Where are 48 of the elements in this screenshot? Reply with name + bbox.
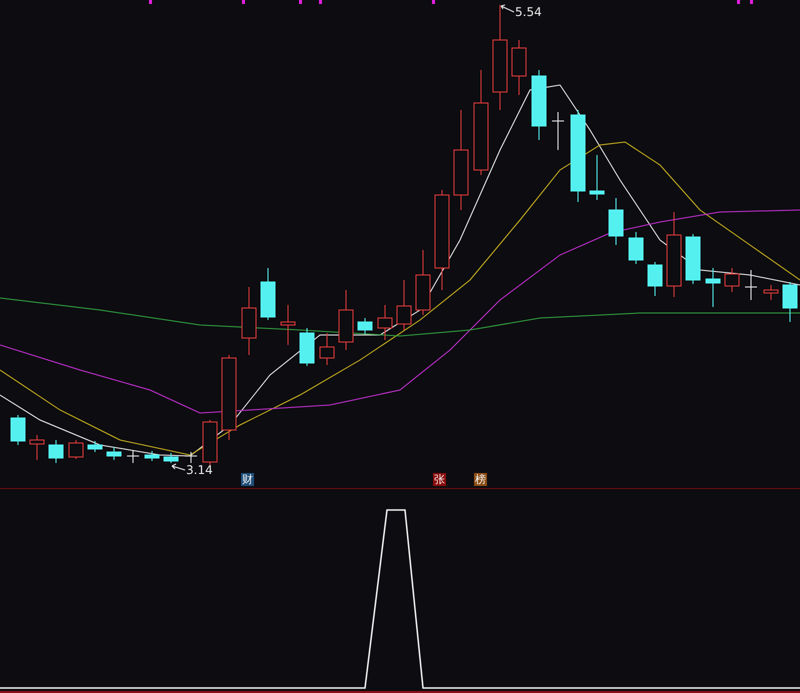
candlestick [126, 450, 140, 464]
candlestick [590, 154, 604, 200]
candlestick [532, 70, 546, 140]
candlestick [280, 304, 296, 346]
candlestick [338, 290, 354, 350]
candlestick [320, 332, 334, 366]
candlestick [744, 270, 758, 300]
high-price-label: 5.54 [515, 5, 542, 19]
candlestick [416, 250, 430, 316]
candlestick [396, 280, 412, 330]
candlestick [10, 414, 26, 446]
candlestick [88, 440, 102, 452]
candlestick [724, 268, 740, 292]
tick-mark [299, 0, 302, 4]
candlestick [552, 112, 564, 150]
tick-mark [737, 0, 740, 4]
candlestick [764, 284, 778, 300]
candlestick [358, 318, 372, 334]
arrow-icon [172, 464, 186, 470]
candlestick [202, 420, 218, 466]
candlestick [144, 450, 160, 462]
candlestick [242, 286, 256, 356]
candlestick [106, 446, 122, 460]
signal-marker: 张 [433, 473, 446, 486]
tick-mark [149, 0, 152, 4]
candlestick [648, 262, 662, 296]
tick-mark [432, 0, 435, 4]
signal-marker: 财 [241, 473, 254, 486]
candlestick [706, 268, 720, 308]
candlestick [184, 452, 198, 464]
candlestick [608, 198, 624, 246]
tick-mark [750, 0, 753, 4]
candlestick [300, 328, 314, 366]
tick-mark [319, 0, 322, 4]
candlestick [628, 232, 644, 264]
tick-mark [242, 0, 245, 4]
candlestick [686, 234, 700, 284]
candlestick [512, 40, 526, 96]
candlestick [164, 452, 178, 464]
candlestick [378, 304, 392, 340]
candlestick [30, 434, 44, 460]
signal-marker: 榜 [474, 473, 487, 486]
candlestick [782, 282, 798, 322]
candlestick [68, 440, 84, 460]
candlestick [48, 440, 64, 464]
low-price-label: 3.14 [186, 463, 213, 477]
candlestick [260, 268, 276, 320]
arrow-icon [500, 4, 514, 12]
